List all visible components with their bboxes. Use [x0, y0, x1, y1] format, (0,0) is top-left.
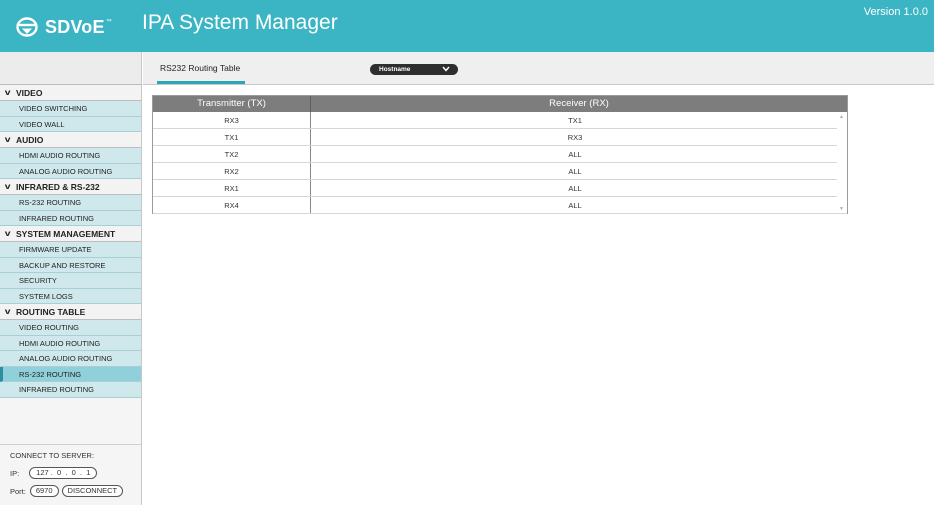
hostname-dropdown[interactable]: Hostname	[370, 64, 458, 75]
section-audio[interactable]: v AUDIO	[0, 132, 141, 148]
sidebar-top-spacer	[0, 52, 141, 85]
sidebar-item-video-routing[interactable]: VIDEO ROUTING	[0, 320, 141, 336]
section-label: SYSTEM MANAGEMENT	[16, 228, 116, 239]
sdvoe-logo-icon	[16, 17, 38, 37]
sidebar-item-video-switching[interactable]: VIDEO SWITCHING	[0, 101, 141, 117]
section-label: ROUTING TABLE	[16, 306, 86, 317]
app-title: IPA System Manager	[142, 11, 338, 34]
table-row[interactable]: TX1 RX3	[153, 129, 847, 146]
sidebar-item-infrared-routing[interactable]: INFRARED ROUTING	[0, 210, 141, 226]
section-video[interactable]: v VIDEO	[0, 85, 141, 101]
sidebar-item-rt-rs232-routing[interactable]: RS-232 ROUTING	[0, 366, 141, 382]
sidebar-item-security[interactable]: SECURITY	[0, 273, 141, 289]
ip-input[interactable]: 127 . 0 . 0 . 1	[29, 467, 98, 479]
section-label: VIDEO	[16, 87, 43, 98]
port-row: Port: 6970 DISCONNECT	[10, 485, 124, 497]
tab-bar: RS232 Routing Table Hostname	[143, 52, 934, 85]
chevron-down-icon: v	[4, 228, 11, 238]
main-content: RS232 Routing Table Hostname Transmitter…	[143, 52, 934, 505]
table-row[interactable]: RX3 TX1	[153, 112, 847, 129]
sidebar-item-firmware-update[interactable]: FIRMWARE UPDATE	[0, 242, 141, 258]
sidebar: v VIDEO VIDEO SWITCHING VIDEO WALL v AUDIO…	[0, 52, 142, 505]
cell-transmitter: RX4	[153, 197, 311, 213]
section-label: AUDIO	[16, 134, 44, 145]
column-header-transmitter: Transmitter (TX)	[153, 96, 311, 112]
table-row[interactable]: TX2 ALL	[153, 146, 847, 163]
ip-row: IP: 127 . 0 . 0 . 1	[10, 467, 98, 479]
sidebar-item-rt-hdmi-audio-routing[interactable]: HDMI AUDIO ROUTING	[0, 335, 141, 351]
connect-label: CONNECT TO SERVER:	[10, 451, 95, 460]
column-header-receiver: Receiver (RX)	[549, 98, 609, 109]
chevron-down-icon	[442, 66, 450, 72]
cell-transmitter: RX3	[153, 112, 311, 128]
table-row[interactable]: RX1 ALL	[153, 180, 847, 197]
divider	[0, 444, 141, 445]
cell-transmitter: RX1	[153, 180, 311, 196]
trademark-mark: ™	[105, 19, 112, 25]
tab-rs232-routing-table[interactable]: RS232 Routing Table	[160, 63, 240, 73]
cell-transmitter: RX2	[153, 163, 311, 179]
cell-receiver: ALL	[568, 167, 582, 176]
sdvoe-logo: SDVoE ™	[16, 14, 112, 40]
chevron-down-icon: v	[4, 87, 11, 97]
version-label: Version 1.0.0	[863, 6, 928, 18]
cell-receiver: TX1	[568, 116, 582, 125]
cell-receiver: ALL	[568, 150, 582, 159]
sidebar-item-backup-restore[interactable]: BACKUP AND RESTORE	[0, 257, 141, 273]
table-body: RX3 TX1 TX1 RX3 TX2 ALL RX2 ALL RX1 ALL RX4 ALL	[153, 112, 847, 214]
app-header: SDVoE ™ IPA System Manager Version 1.0.0	[0, 0, 934, 52]
sidebar-item-system-logs[interactable]: SYSTEM LOGS	[0, 288, 141, 304]
routing-table: Transmitter (TX) Receiver (RX) RX3 TX1 TX1…	[152, 95, 848, 214]
table-scrollbar[interactable]: ▲ ▼	[837, 112, 847, 213]
scroll-down-icon[interactable]: ▼	[839, 206, 844, 212]
section-label: INFRARED & RS-232	[16, 181, 100, 192]
ip-label: IP:	[10, 468, 20, 478]
disconnect-button[interactable]: DISCONNECT	[61, 485, 124, 497]
table-row[interactable]: RX2 ALL	[153, 163, 847, 180]
chevron-down-icon: v	[4, 134, 11, 144]
cell-receiver: RX3	[567, 133, 583, 142]
cell-receiver: ALL	[568, 184, 582, 193]
cell-receiver: ALL	[568, 201, 582, 210]
section-routing-table[interactable]: v ROUTING TABLE	[0, 304, 141, 320]
scroll-up-icon[interactable]: ▲	[839, 114, 844, 120]
sidebar-item-analog-audio-routing[interactable]: ANALOG AUDIO ROUTING	[0, 163, 141, 179]
sidebar-item-rt-infrared-routing[interactable]: INFRARED ROUTING	[0, 382, 141, 398]
dropdown-value: Hostname	[379, 66, 411, 73]
sidebar-item-video-wall[interactable]: VIDEO WALL	[0, 116, 141, 132]
sidebar-item-rt-analog-audio-routing[interactable]: ANALOG AUDIO ROUTING	[0, 351, 141, 367]
port-input[interactable]: 6970	[29, 485, 59, 497]
sidebar-item-rs232-routing[interactable]: RS-232 ROUTING	[0, 195, 141, 211]
table-header: Transmitter (TX) Receiver (RX)	[153, 96, 847, 112]
chevron-down-icon: v	[4, 181, 11, 191]
cell-transmitter: TX2	[153, 146, 311, 162]
active-tab-indicator	[157, 81, 245, 84]
cell-transmitter: TX1	[153, 129, 311, 145]
sidebar-item-hdmi-audio-routing[interactable]: HDMI AUDIO ROUTING	[0, 148, 141, 164]
table-row[interactable]: RX4 ALL	[153, 197, 847, 214]
section-system-management[interactable]: v SYSTEM MANAGEMENT	[0, 226, 141, 242]
chevron-down-icon: v	[4, 306, 11, 316]
port-label: Port:	[10, 486, 26, 496]
brand-name: SDVoE	[45, 16, 105, 37]
section-infrared-rs232[interactable]: v INFRARED & RS-232	[0, 179, 141, 195]
